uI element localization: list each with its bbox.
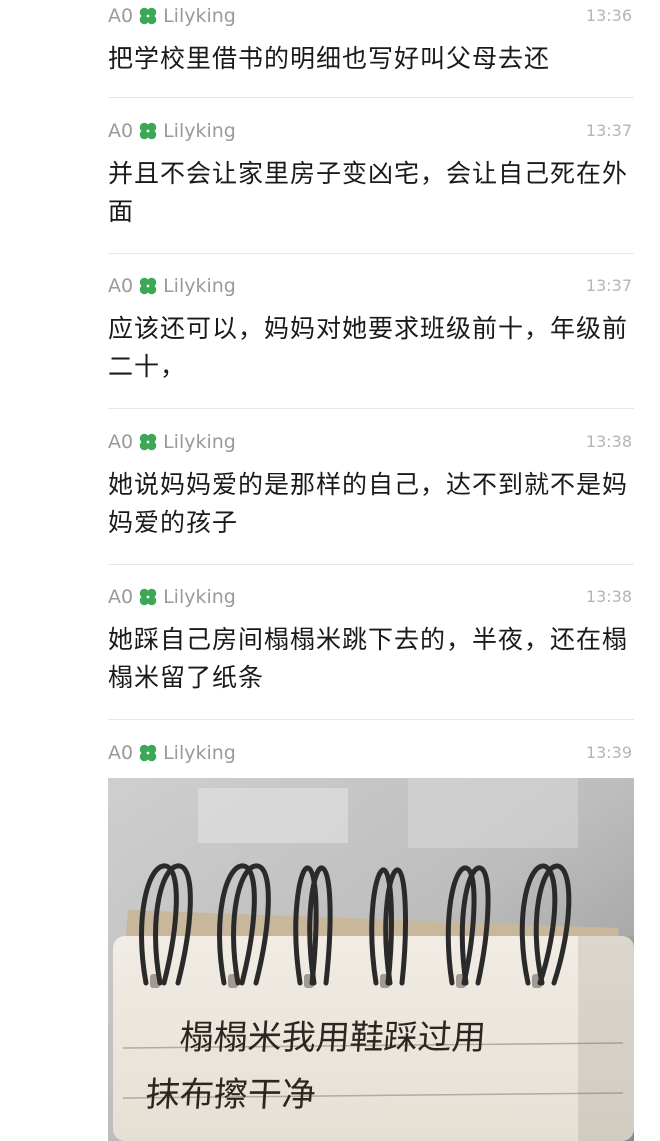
message-text: 应该还可以，妈妈对她要求班级前十，年级前二十， [108, 314, 629, 381]
sender-nickname: Lilyking [163, 742, 236, 764]
four-leaf-clover-icon [139, 277, 157, 295]
note-line-1: 榻榻米我用鞋踩过用 [178, 1018, 488, 1058]
sender-prefix: A0 [108, 431, 134, 453]
sender-name[interactable]: A0 Lilyking [108, 275, 236, 297]
message-text: 她说妈妈爱的是那样的自己，达不到就不是妈妈爱的孩子 [108, 470, 629, 537]
message-item: A0 Lilyking 13:37 应该还可以，妈妈对她要求班级前十，年级前二十… [108, 272, 634, 386]
sender-prefix: A0 [108, 5, 134, 27]
sender-name[interactable]: A0 Lilyking [108, 5, 236, 27]
message-header: A0 Lilyking 13:38 [108, 428, 634, 462]
sender-nickname: Lilyking [163, 431, 236, 453]
message-item: A0 Lilyking 13:39 [108, 739, 634, 773]
message-time: 13:37 [585, 276, 632, 295]
message-time: 13:36 [585, 6, 632, 25]
sender-name[interactable]: A0 Lilyking [108, 120, 236, 142]
message-divider [108, 408, 634, 409]
four-leaf-clover-icon [139, 744, 157, 762]
note-line-2: 抹布擦干净 [144, 1075, 318, 1115]
sender-prefix: A0 [108, 586, 134, 608]
message-text: 并且不会让家里房子变凶宅，会让自己死在外面 [108, 159, 629, 226]
message-item: A0 Lilyking 13:37 并且不会让家里房子变凶宅，会让自己死在外面 [108, 117, 634, 231]
four-leaf-clover-icon [139, 433, 157, 451]
sender-name[interactable]: A0 Lilyking [108, 742, 236, 764]
message-header: A0 Lilyking 13:36 [108, 2, 634, 36]
message-item: A0 Lilyking 13:38 她说妈妈爱的是那样的自己，达不到就不是妈妈爱… [108, 428, 634, 542]
message-divider [108, 253, 634, 254]
message-time: 13:38 [585, 432, 632, 451]
sender-prefix: A0 [108, 120, 134, 142]
sender-nickname: Lilyking [163, 120, 236, 142]
sender-prefix: A0 [108, 742, 134, 764]
message-divider [108, 97, 634, 98]
message-divider [108, 719, 634, 720]
message-header: A0 Lilyking 13:39 [108, 739, 634, 773]
sender-nickname: Lilyking [163, 586, 236, 608]
sender-nickname: Lilyking [163, 275, 236, 297]
message-item: A0 Lilyking 13:38 她踩自己房间榻榻米跳下去的，半夜，还在榻榻米… [108, 583, 634, 697]
four-leaf-clover-icon [139, 588, 157, 606]
message-header: A0 Lilyking 13:38 [108, 583, 634, 617]
four-leaf-clover-icon [139, 122, 157, 140]
sender-name[interactable]: A0 Lilyking [108, 586, 236, 608]
message-text: 她踩自己房间榻榻米跳下去的，半夜，还在榻榻米留了纸条 [108, 625, 629, 692]
sender-nickname: Lilyking [163, 5, 236, 27]
message-text: 把学校里借书的明细也写好叫父母去还 [108, 44, 551, 73]
message-time: 13:39 [585, 743, 632, 762]
sender-prefix: A0 [108, 275, 134, 297]
four-leaf-clover-icon [139, 7, 157, 25]
message-photo[interactable]: 榻榻米我用鞋踩过用 抹布擦干净 [108, 778, 634, 1141]
message-time: 13:37 [585, 121, 632, 140]
sender-name[interactable]: A0 Lilyking [108, 431, 236, 453]
message-header: A0 Lilyking 13:37 [108, 272, 634, 306]
message-divider [108, 564, 634, 565]
message-header: A0 Lilyking 13:37 [108, 117, 634, 151]
message-item: A0 Lilyking 13:36 把学校里借书的明细也写好叫父母去还 [108, 2, 634, 78]
message-time: 13:38 [585, 587, 632, 606]
